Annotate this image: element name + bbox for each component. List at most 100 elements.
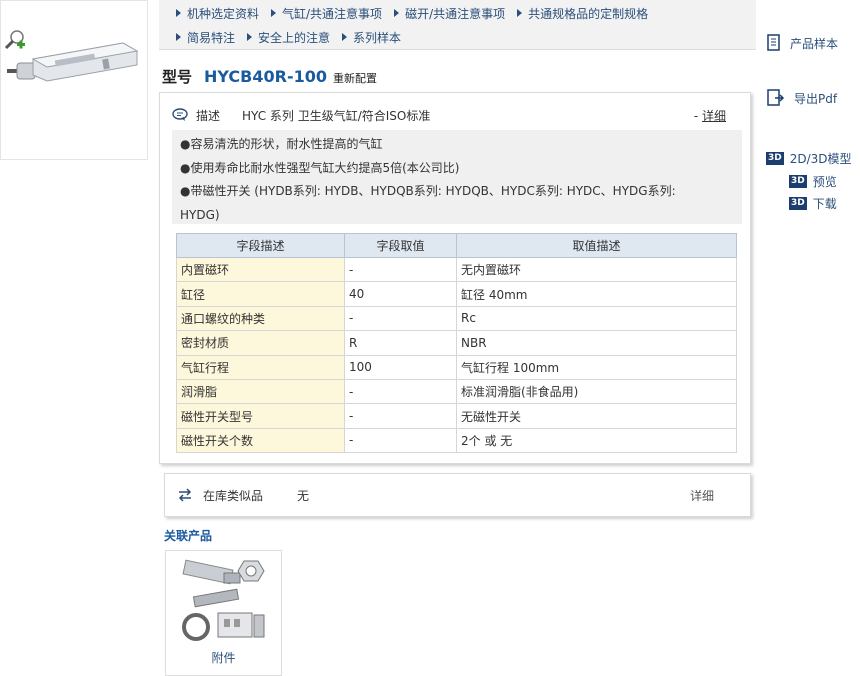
nav-arrow-icon (247, 33, 253, 41)
doc-nav-bar: 机种选定资料 气缸/共通注意事项 磁开/共通注意事项 共通规格品的定制规格 简易… (159, 0, 756, 50)
nav-link-safety[interactable]: 安全上的注意 (247, 29, 330, 46)
feature-item: ●带磁性开关 (HYDB系列: HYDB、HYDQB系列: HYDQB、HYDC… (180, 184, 676, 198)
detail-prefix: - (693, 108, 702, 123)
column-header: 取值描述 (456, 233, 737, 258)
field-value-cell: R (344, 330, 457, 356)
table-row: 润滑脂 - 标准润滑脂(非食品用) (176, 378, 737, 405)
pdf-export-icon (767, 89, 785, 106)
feature-item: ●容易清洗的形状，耐水性提高的气缸 (180, 137, 383, 151)
field-name-cell: 磁性开关个数 (176, 427, 345, 454)
spec-table: 字段描述 字段取值 取值描述 内置磁环 - 无内置磁环 缸径 40 缸径 40m… (176, 233, 737, 454)
description-text: HYC 系列 卫生级气缸/符合ISO标准 (242, 108, 431, 123)
stock-similar-value: 无 (297, 488, 310, 503)
table-row: 气缸行程 100 气缸行程 100mm (176, 354, 737, 380)
product-image[interactable] (0, 0, 148, 160)
field-name-cell: 磁性开关型号 (176, 403, 345, 429)
field-name-cell: 通口螺纹的种类 (176, 305, 345, 332)
value-description-cell: 无磁性开关 (456, 403, 737, 429)
model-2d3d-label: 2D/3D模型 (789, 152, 852, 166)
column-header: 字段描述 (176, 233, 345, 258)
nav-link-cylinder-notes[interactable]: 气缸/共通注意事项 (271, 5, 382, 22)
related-item-label: 附件 (211, 651, 236, 665)
nav-arrow-icon (342, 33, 348, 41)
nav-link-selection-data[interactable]: 机种选定资料 (176, 5, 259, 22)
feature-item: HYDG) (180, 207, 220, 222)
detail-label: 详细 (701, 108, 726, 123)
table-row: 磁性开关型号 - 无磁性开关 (176, 403, 737, 429)
field-value-cell: - (344, 427, 457, 454)
nav-link-label: 系列样本 (353, 30, 402, 45)
description-header: 描述 HYC 系列 卫生级气缸/符合ISO标准 - 详细 (172, 104, 742, 126)
reconfigure-link[interactable]: 重新配置 (333, 70, 377, 86)
table-row: 通口螺纹的种类 - Rc (176, 305, 737, 332)
field-name-cell: 润滑脂 (176, 378, 345, 405)
field-name-cell: 内置磁环 (176, 256, 345, 283)
related-item-accessory[interactable]: 附件 (165, 550, 282, 676)
field-value-cell: - (344, 256, 457, 283)
nav-link-series-catalog[interactable]: 系列样本 (342, 29, 401, 46)
preview-link[interactable]: 3D 预览 (789, 173, 837, 190)
stock-similar-card: 在库类似品 无 详细 (164, 473, 751, 517)
related-products-title: 关联产品 (164, 529, 213, 543)
value-description-cell: NBR (456, 330, 737, 356)
preview-label: 预览 (812, 175, 837, 189)
stock-similar-label: 在库类似品 (203, 488, 264, 503)
3d-badge-icon: 3D (766, 152, 784, 165)
description-label: 描述 (196, 108, 221, 123)
download-label: 下载 (812, 197, 837, 211)
table-row: 内置磁环 - 无内置磁环 (176, 256, 737, 283)
field-value-cell: - (344, 305, 457, 332)
value-description-cell: 缸径 40mm (456, 281, 737, 307)
field-value-cell: 40 (344, 281, 457, 307)
nav-arrow-icon (271, 9, 277, 17)
zoom-icon[interactable] (3, 29, 27, 51)
export-pdf-label: 导出Pdf (794, 91, 838, 106)
stock-detail-link[interactable]: 详细 (690, 487, 714, 504)
table-header-row: 字段描述 字段取值 取值描述 (176, 233, 737, 258)
table-row: 磁性开关个数 - 2个 或 无 (176, 427, 737, 454)
nav-link-label: 安全上的注意 (258, 30, 331, 45)
nav-link-simple-order[interactable]: 简易特注 (176, 29, 235, 46)
field-value-cell: - (344, 378, 457, 405)
table-row: 密封材质 R NBR (176, 330, 737, 356)
value-description-cell: 无内置磁环 (456, 256, 737, 283)
export-pdf-link[interactable]: 导出Pdf (766, 89, 837, 107)
field-name-cell: 密封材质 (176, 330, 345, 356)
nav-link-custom-spec[interactable]: 共通规格品的定制规格 (517, 5, 648, 22)
value-description-cell: Rc (456, 305, 737, 332)
model-label: 型号 (162, 68, 193, 86)
3d-badge-icon: 3D (789, 175, 807, 188)
nav-arrow-icon (176, 9, 181, 17)
swap-icon (178, 488, 192, 502)
catalog-icon (767, 34, 780, 51)
nav-link-switch-notes[interactable]: 磁开/共通注意事项 (394, 5, 505, 22)
model-title: 型号 HYCB40R-100 重新配置 (162, 66, 377, 87)
field-name-cell: 缸径 (176, 281, 345, 307)
nav-arrow-icon (394, 9, 400, 17)
feature-list: ●容易清洗的形状，耐水性提高的气缸 ●使用寿命比耐水性强型气缸大约提高5倍(本公… (172, 130, 742, 224)
nav-link-label: 气缸/共通注意事项 (282, 6, 383, 21)
field-name-cell: 气缸行程 (176, 354, 345, 380)
product-catalog-label: 产品样本 (790, 36, 839, 51)
product-catalog-link[interactable]: 产品样本 (766, 34, 838, 52)
nav-link-label: 机种选定资料 (187, 6, 260, 21)
model-2d3d-link[interactable]: 3D 2D/3D模型 (766, 150, 852, 167)
value-description-cell: 标准润滑脂(非食品用) (456, 378, 737, 405)
3d-badge-icon: 3D (789, 197, 807, 210)
download-link[interactable]: 3D 下载 (789, 195, 837, 212)
nav-link-label: 简易特注 (187, 30, 236, 45)
description-detail-link[interactable]: - 详细 (694, 107, 726, 124)
table-row: 缸径 40 缸径 40mm (176, 281, 737, 307)
nav-row-1: 机种选定资料 气缸/共通注意事项 磁开/共通注意事项 共通规格品的定制规格 (159, 1, 756, 25)
value-description-cell: 2个 或 无 (456, 427, 737, 454)
value-description-cell: 气缸行程 100mm (456, 354, 737, 380)
nav-link-label: 磁开/共通注意事项 (405, 6, 506, 21)
feature-item: ●使用寿命比耐水性强型气缸大约提高5倍(本公司比) (180, 160, 460, 175)
nav-arrow-icon (176, 33, 181, 41)
field-value-cell: 100 (344, 354, 457, 380)
description-card: 描述 HYC 系列 卫生级气缸/符合ISO标准 - 详细 ●容易清洗的形状，耐水… (159, 92, 751, 464)
accessory-picture (182, 559, 265, 641)
field-value-cell: - (344, 403, 457, 429)
nav-link-label: 共通规格品的定制规格 (528, 6, 649, 21)
nav-arrow-icon (517, 9, 523, 17)
